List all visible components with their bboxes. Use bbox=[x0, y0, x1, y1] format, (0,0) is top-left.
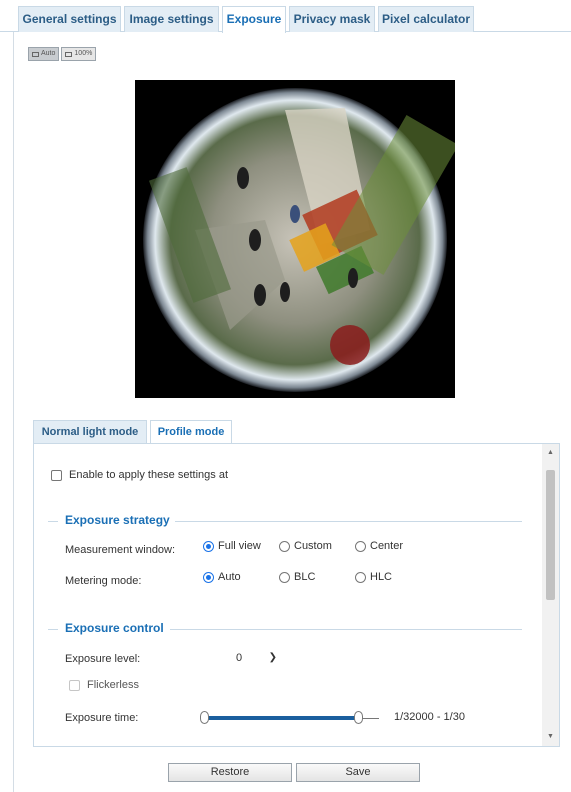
exposure-time-min-handle[interactable] bbox=[200, 711, 209, 724]
radio-label: Custom bbox=[294, 540, 332, 552]
radio-label: Center bbox=[370, 540, 404, 552]
tab-pixel-calculator[interactable]: Pixel calculator bbox=[378, 6, 474, 32]
radio-center[interactable]: Center bbox=[355, 540, 403, 552]
tab-profile-mode[interactable]: Profile mode bbox=[150, 420, 232, 445]
tab-normal-light-mode[interactable]: Normal light mode bbox=[33, 420, 147, 444]
flickerless-label: Flickerless bbox=[87, 679, 139, 691]
enable-checkbox[interactable] bbox=[51, 469, 62, 481]
radio-dot bbox=[203, 571, 214, 583]
radio-dot bbox=[279, 571, 290, 583]
radio-dot bbox=[203, 540, 214, 552]
radio-full-view[interactable]: Full view bbox=[203, 540, 261, 552]
view-mode-buttons: Auto 100% bbox=[28, 47, 97, 61]
radio-auto[interactable]: Auto bbox=[203, 571, 241, 583]
radio-label: Auto bbox=[218, 571, 241, 583]
measurement-window-label: Measurement window: bbox=[65, 544, 176, 556]
view-auto-button[interactable]: Auto bbox=[28, 47, 60, 61]
flickerless-row: Flickerless bbox=[69, 679, 139, 691]
exposure-level-label: Exposure level: bbox=[65, 653, 141, 665]
tab-exposure[interactable]: Exposure bbox=[222, 6, 286, 33]
radio-blc[interactable]: BLC bbox=[279, 571, 315, 583]
tab-image-settings[interactable]: Image settings bbox=[124, 6, 219, 32]
exposure-strategy-title: Exposure strategy bbox=[65, 513, 170, 527]
exposure-control-header: Exposure control bbox=[48, 621, 522, 637]
enable-label: Enable to apply these settings at bbox=[69, 469, 228, 481]
save-button[interactable]: Save bbox=[296, 763, 420, 782]
frame-icon bbox=[65, 51, 73, 57]
settings-scrollbar[interactable]: ▲ ▼ bbox=[542, 444, 559, 746]
scroll-down-icon[interactable]: ▼ bbox=[542, 730, 559, 744]
radio-dot bbox=[279, 540, 290, 552]
enable-row: Enable to apply these settings at bbox=[51, 469, 228, 481]
exposure-time-label: Exposure time: bbox=[65, 712, 139, 724]
radio-dot bbox=[355, 571, 366, 583]
exposure-level-select[interactable]: 0 ❯ bbox=[231, 648, 282, 668]
exposure-time-range: 1/32000 - 1/30 bbox=[394, 711, 465, 723]
frame-icon bbox=[32, 51, 39, 57]
exposure-control-title: Exposure control bbox=[65, 621, 164, 635]
chevron-down-icon: ❯ bbox=[268, 652, 277, 663]
radio-label: Full view bbox=[218, 540, 261, 552]
camera-live-view[interactable] bbox=[135, 80, 455, 398]
view-100-button[interactable]: 100% bbox=[61, 47, 97, 61]
radio-label: BLC bbox=[294, 571, 316, 583]
radio-label: HLC bbox=[370, 571, 393, 583]
exposure-time-max-handle[interactable] bbox=[354, 711, 363, 724]
radio-hlc[interactable]: HLC bbox=[355, 571, 392, 583]
scroll-up-icon[interactable]: ▲ bbox=[542, 446, 559, 460]
exposure-time-slider-track[interactable] bbox=[206, 716, 359, 720]
radio-dot bbox=[355, 540, 366, 552]
view-auto-label: Auto bbox=[41, 50, 56, 57]
tab-privacy-mask[interactable]: Privacy mask bbox=[289, 6, 375, 32]
tab-general-settings[interactable]: General settings bbox=[18, 6, 121, 32]
exposure-strategy-header: Exposure strategy bbox=[48, 513, 522, 529]
radio-custom[interactable]: Custom bbox=[279, 540, 332, 552]
metering-mode-label: Metering mode: bbox=[65, 575, 142, 587]
view-100-label: 100% bbox=[74, 50, 93, 57]
top-tab-bar: General settings Image settings Exposure… bbox=[0, 6, 571, 33]
scroll-thumb[interactable] bbox=[546, 470, 555, 600]
flickerless-checkbox[interactable] bbox=[69, 679, 80, 691]
exposure-level-value: 0 bbox=[236, 652, 243, 664]
fisheye-image bbox=[135, 80, 455, 398]
profile-settings-panel: Enable to apply these settings at Exposu… bbox=[33, 443, 560, 747]
restore-button[interactable]: Restore bbox=[168, 763, 292, 782]
